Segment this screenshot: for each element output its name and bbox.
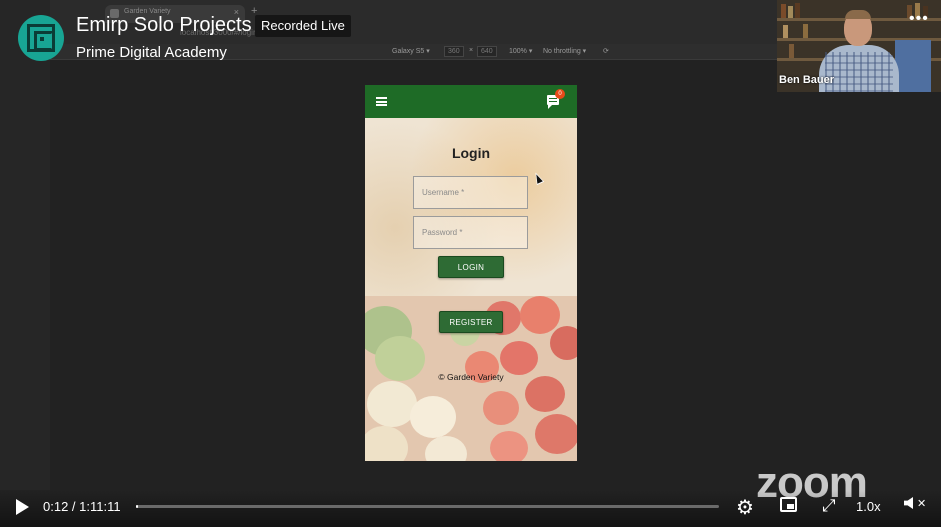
footer-copyright: © Garden Variety	[438, 372, 504, 382]
username-field[interactable]	[413, 176, 528, 209]
login-form: Login LOGIN	[365, 118, 577, 296]
progress-fill	[136, 505, 138, 508]
playback-speed-button[interactable]: 1.0x	[856, 499, 881, 514]
vegetable-background: REGISTER © Garden Variety	[365, 296, 577, 461]
gear-icon[interactable]: ⚙	[736, 495, 754, 520]
login-button[interactable]: LOGIN	[438, 256, 504, 278]
maze-logo-icon	[18, 15, 64, 61]
register-button[interactable]: REGISTER	[439, 311, 503, 333]
background-strip	[0, 0, 50, 490]
mute-icon[interactable]	[904, 497, 913, 509]
password-field[interactable]	[413, 216, 528, 249]
participant-name: Ben Bauer	[779, 74, 835, 86]
time-separator: /	[68, 499, 80, 514]
dimension-separator: ×	[469, 47, 474, 54]
more-icon[interactable]: •••	[909, 10, 929, 28]
recorded-live-badge: Recorded Live	[255, 15, 351, 37]
player-controls: 0:12 / 1:11:11 ⚙ ⤢ 1.0x ✕	[0, 490, 941, 527]
rotate-icon: ⟳	[603, 48, 609, 55]
device-select: Galaxy S5 ▾	[392, 48, 430, 55]
video-title: Emirp Solo Projects	[76, 14, 252, 36]
throttling-select: No throttling ▾	[543, 48, 587, 55]
username-input[interactable]	[414, 177, 527, 208]
play-icon[interactable]	[16, 499, 29, 515]
picture-in-picture-icon[interactable]	[780, 497, 797, 512]
hamburger-menu-icon[interactable]	[376, 97, 387, 106]
channel-name: Prime Digital Academy	[76, 44, 227, 61]
current-time: 0:12	[43, 499, 69, 514]
mobile-app-viewport: 0 Login LOGIN	[365, 85, 577, 461]
time-display: 0:12 / 1:11:11	[43, 499, 121, 514]
device-height: 640	[477, 46, 497, 57]
video-player[interactable]: Garden Variety × + localhost:3000/#/logi…	[0, 0, 941, 527]
fullscreen-icon[interactable]: ⤢	[822, 496, 836, 516]
mute-x-icon: ✕	[917, 498, 927, 510]
zoom-select: 100% ▾	[509, 48, 533, 55]
login-title: Login	[451, 145, 491, 161]
duration: 1:11:11	[79, 499, 121, 514]
progress-bar[interactable]	[136, 505, 719, 508]
password-input[interactable]	[414, 217, 527, 248]
device-width: 360	[444, 46, 464, 57]
notification-badge: 0	[555, 89, 565, 99]
window	[895, 40, 931, 92]
app-header: 0	[365, 85, 577, 118]
